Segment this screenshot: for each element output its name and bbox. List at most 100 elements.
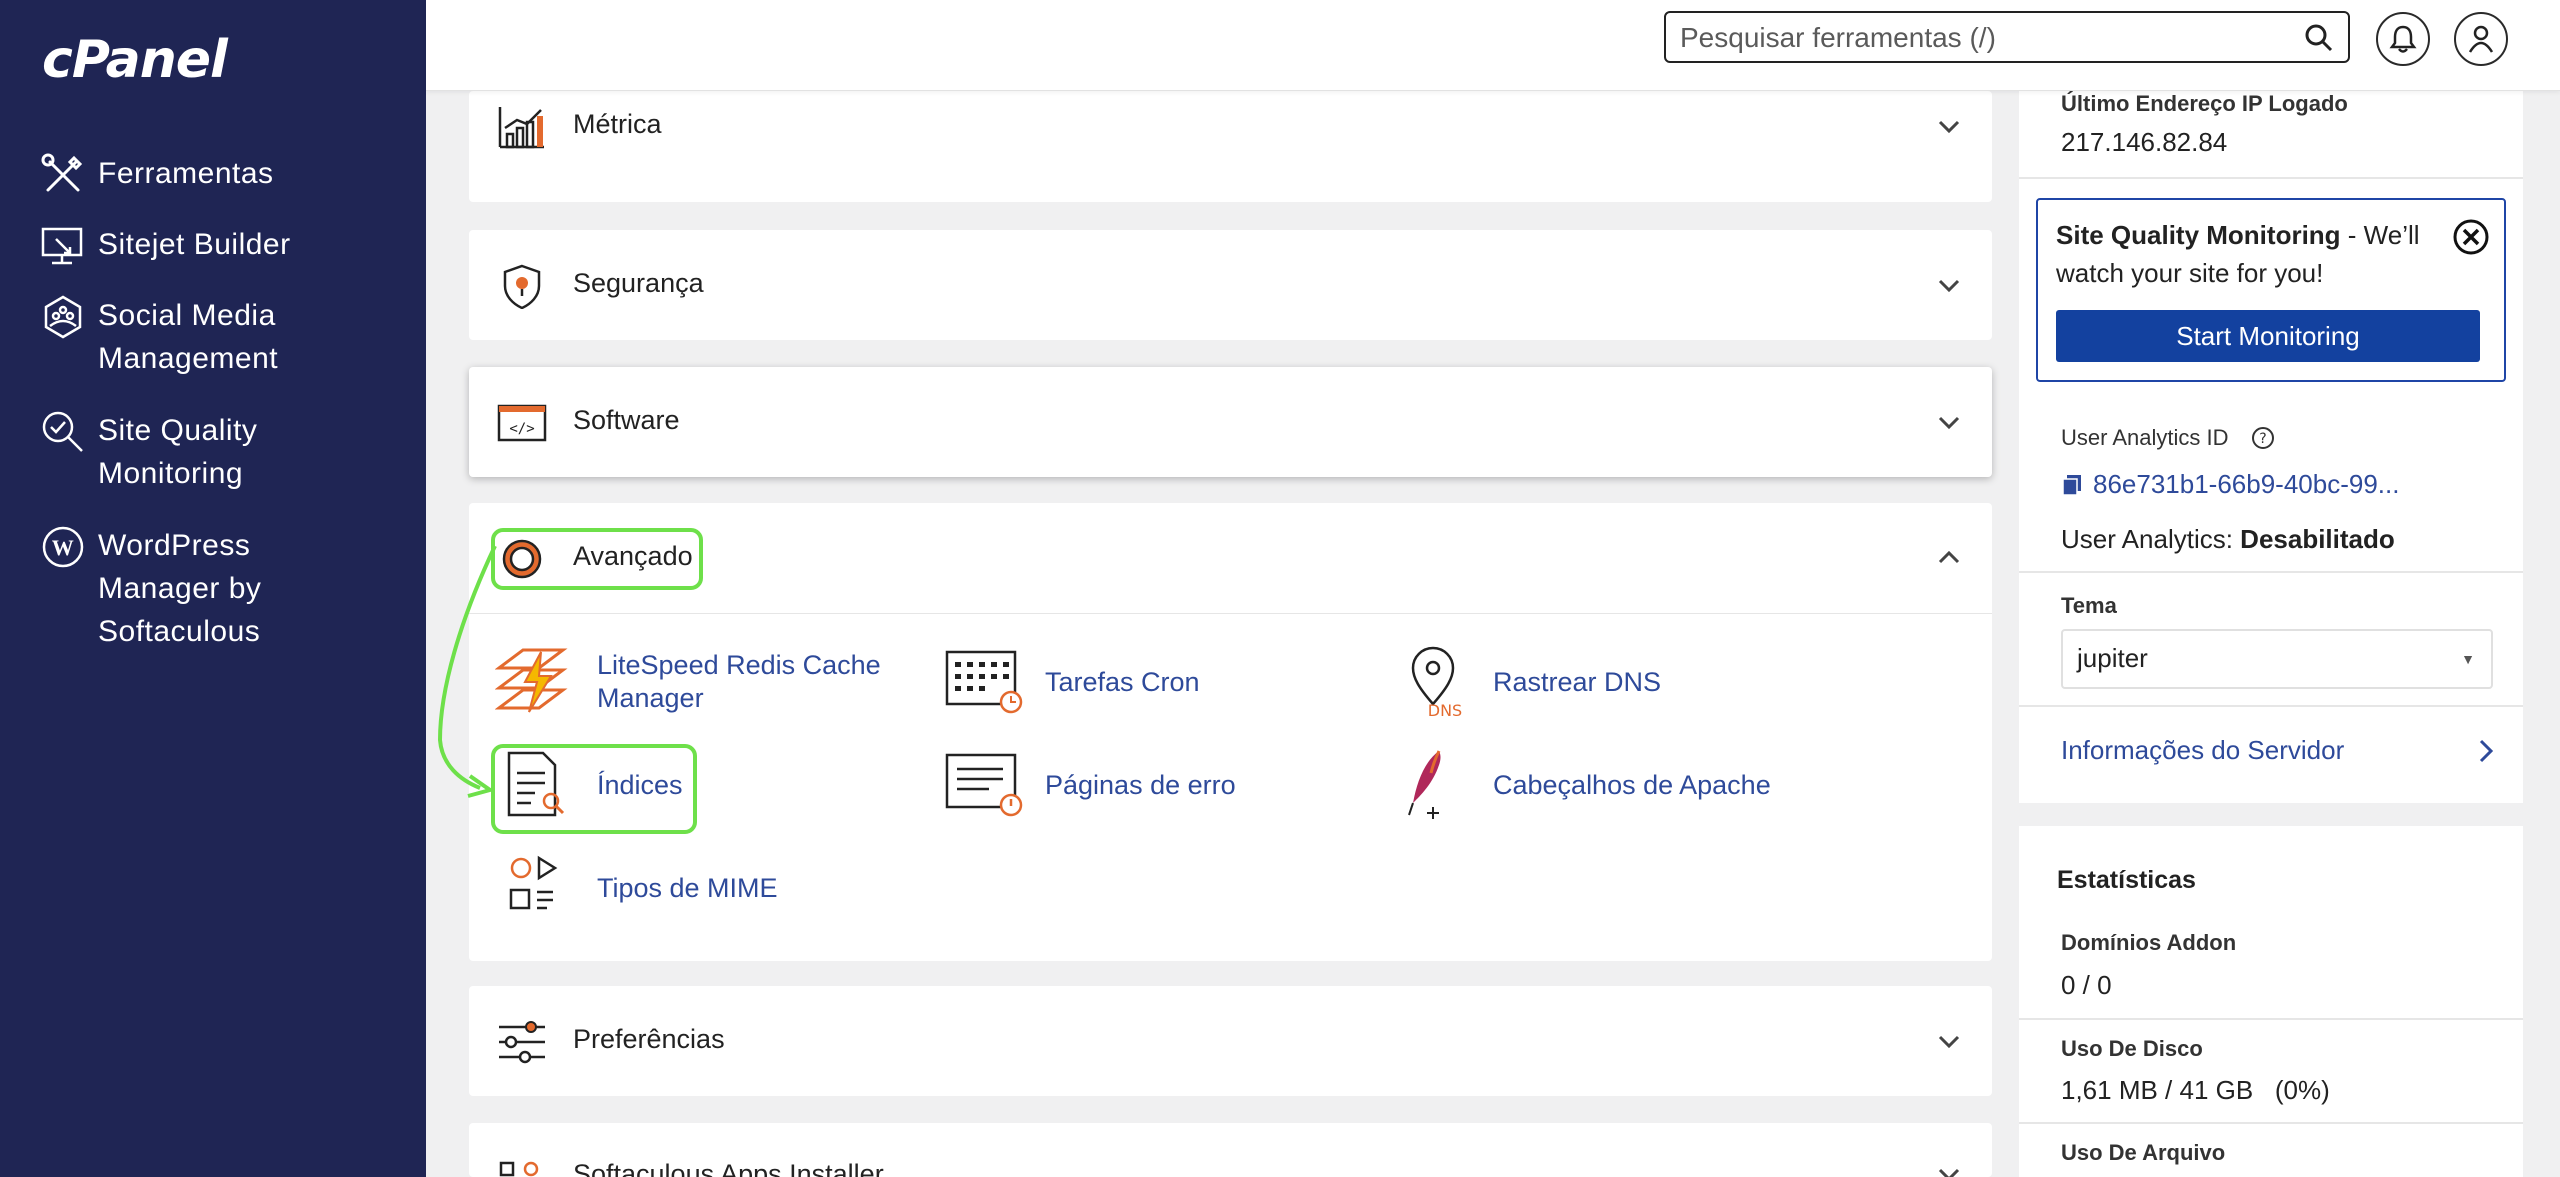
addon-domains-value: 0 / 0 <box>2061 970 2112 1000</box>
theme-select[interactable]: jupiter ▼ <box>2061 629 2493 689</box>
section-software: </> Software <box>469 367 1992 477</box>
addon-domains-label: Domínios Addon <box>2061 930 2237 955</box>
last-ip-value: 217.146.82.84 <box>2061 127 2228 157</box>
highlight-arrow <box>437 545 497 798</box>
dns-pin-icon: DNS <box>1411 646 1462 718</box>
sidebar-item-social-media[interactable]: Social Media Management <box>40 294 378 380</box>
sidebar-item-ferramentas[interactable]: Ferramentas <box>40 152 378 198</box>
monitor-builder-icon <box>41 227 83 265</box>
section-title: Preferências <box>573 1024 725 1054</box>
search-icon[interactable] <box>2304 23 2334 53</box>
section-title: Segurança <box>573 268 704 298</box>
analytics-status-label: User Analytics: <box>2061 524 2241 554</box>
tool-rastrear-dns[interactable]: DNS Rastrear DNS <box>1391 646 1783 718</box>
magnifier-check-icon <box>42 411 83 452</box>
mime-types-icon <box>509 855 558 910</box>
caret-down-icon: ▼ <box>2461 651 2475 667</box>
start-monitoring-button[interactable]: Start Monitoring <box>2056 310 2480 362</box>
sidebar-item-label: WordPress Manager by Softaculous <box>98 529 262 648</box>
divider <box>2019 1122 2523 1124</box>
sidebar-item-site-quality[interactable]: Site Quality Monitoring <box>40 409 378 495</box>
social-media-icon <box>44 295 82 339</box>
statistics-title: Estatísticas <box>2057 866 2196 894</box>
theme-select-value: jupiter <box>2077 643 2148 673</box>
help-icon[interactable]: ? <box>2251 426 2275 450</box>
divider <box>469 613 1992 614</box>
search-box[interactable] <box>1664 11 2350 63</box>
notifications-button[interactable] <box>2376 12 2430 66</box>
section-metrica: Métrica <box>469 91 1992 202</box>
section-title: Métrica <box>573 109 662 139</box>
tool-label: Páginas de erro <box>1045 769 1236 800</box>
search-input[interactable] <box>1678 19 2282 57</box>
section-header[interactable]: Softaculous Apps Installer <box>469 1123 1992 1177</box>
cron-calendar-icon <box>945 650 1023 714</box>
section-preferencias: Preferências <box>469 986 1992 1096</box>
section-seguranca: Segurança <box>469 230 1992 340</box>
software-code-icon: </> <box>497 404 547 442</box>
tool-label: Cabeçalhos de Apache <box>1493 769 1771 800</box>
section-header[interactable]: Segurança <box>469 230 1992 340</box>
close-icon[interactable] <box>2452 218 2490 256</box>
divider <box>2019 571 2523 573</box>
preferences-sliders-icon <box>499 1021 545 1064</box>
analytics-id-value[interactable]: 86e731b1-66b9-40bc-99... <box>2093 469 2399 500</box>
section-header[interactable]: </> Software <box>469 367 1992 477</box>
tool-label: Rastrear DNS <box>1493 666 1662 697</box>
cpanel-logo[interactable]: cPanel <box>42 30 228 90</box>
user-menu-button[interactable] <box>2454 12 2508 66</box>
copy-icon[interactable] <box>2061 473 2083 497</box>
top-bar <box>426 0 2560 91</box>
tool-label: LiteSpeed Redis Cache Manager <box>597 650 881 713</box>
last-ip-label: Último Endereço IP Logado <box>2061 91 2348 116</box>
error-pages-icon <box>945 753 1023 817</box>
tool-paginas-de-erro[interactable]: Páginas de erro <box>943 749 1335 821</box>
sidebar-item-sitejet-builder[interactable]: Sitejet Builder <box>40 223 378 269</box>
metrics-icon <box>498 107 544 149</box>
divider <box>2019 1018 2523 1020</box>
sidebar: cPanel Ferramentas Sitejet Builder Socia… <box>0 0 426 1177</box>
chevron-up-icon[interactable] <box>1936 545 1962 571</box>
chevron-right-icon[interactable] <box>2475 737 2497 765</box>
sidebar-item-label: Site Quality Monitoring <box>98 414 258 490</box>
sidebar-item-label: Ferramentas <box>98 157 274 190</box>
sidebar-item-wordpress-manager[interactable]: W WordPress Manager by Softaculous <box>40 524 398 653</box>
section-title: Software <box>573 405 680 435</box>
tool-label: Tipos de MIME <box>597 872 778 903</box>
bell-icon <box>2389 25 2417 53</box>
site-quality-promo: Site Quality Monitoring - We’ll watch yo… <box>2036 198 2506 382</box>
chevron-down-icon[interactable] <box>1936 1161 1962 1177</box>
analytics-status-value: Desabilitado <box>2240 524 2395 554</box>
server-info-link[interactable]: Informações do Servidor <box>2061 735 2344 766</box>
sidebar-item-label: Sitejet Builder <box>98 228 291 261</box>
tool-tarefas-cron[interactable]: Tarefas Cron <box>943 646 1335 718</box>
file-usage-label: Uso De Arquivo <box>2061 1140 2226 1165</box>
section-header[interactable]: Preferências <box>469 986 1992 1096</box>
tool-label: Tarefas Cron <box>1045 666 1200 697</box>
softaculous-icon <box>499 1161 539 1177</box>
theme-label: Tema <box>2061 593 2117 618</box>
chevron-down-icon[interactable] <box>1936 272 1962 298</box>
chevron-down-icon[interactable] <box>1936 1028 1962 1054</box>
analytics-status: User Analytics: Desabilitado <box>2061 524 2395 555</box>
chevron-down-icon[interactable] <box>1936 409 1962 435</box>
tools-icon <box>41 153 83 192</box>
divider <box>2019 705 2523 707</box>
highlight-avancado <box>491 528 703 590</box>
svg-text:?: ? <box>2259 431 2266 447</box>
statistics-card: Estatísticas Domínios Addon 0 / 0 Uso De… <box>2019 826 2523 1177</box>
tool-litespeed-redis[interactable]: LiteSpeed Redis Cache Manager <box>495 646 887 718</box>
svg-text:</>: </> <box>509 421 534 437</box>
tool-tipos-mime[interactable]: Tipos de MIME <box>495 852 887 924</box>
tool-cabecalhos-apache[interactable]: Cabeçalhos de Apache <box>1391 749 1783 821</box>
section-title: Softaculous Apps Installer <box>573 1159 884 1177</box>
highlight-indices <box>491 744 697 834</box>
svg-text:DNS: DNS <box>1428 701 1462 718</box>
sqm-text: Site Quality Monitoring - We’ll watch yo… <box>2056 216 2446 292</box>
user-icon <box>2468 25 2494 53</box>
chevron-down-icon[interactable] <box>1936 113 1962 139</box>
disk-usage-label: Uso De Disco <box>2061 1036 2203 1061</box>
disk-usage-value: 1,61 MB / 41 GB (0%) <box>2061 1075 2330 1105</box>
divider <box>2019 177 2523 179</box>
sqm-title: Site Quality Monitoring <box>2056 220 2341 250</box>
